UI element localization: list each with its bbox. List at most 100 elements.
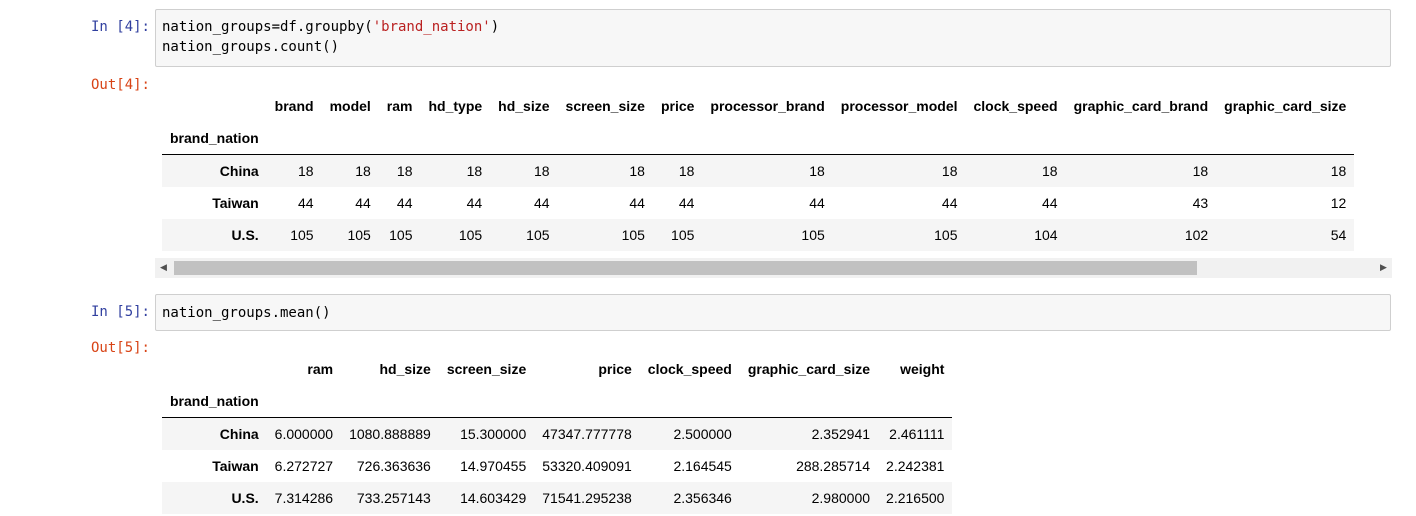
- column-header: hd_size: [379, 361, 431, 377]
- table-row: Taiwan 6.272727 726.363636 14.970455 53320.4…: [162, 450, 952, 482]
- horizontal-scrollbar[interactable]: ◀ ▶: [155, 258, 1392, 278]
- index-row-blank-cell: [1216, 122, 1355, 155]
- table-cell: 288.285714: [796, 458, 871, 474]
- column-header: price: [660, 98, 695, 114]
- table-cell: 2.352941: [811, 426, 871, 442]
- table-cell: 6.000000: [274, 426, 334, 442]
- table-cell: 104: [1034, 227, 1058, 243]
- column-header: screen_size: [446, 361, 527, 377]
- index-row-blank-cell: [878, 385, 953, 418]
- table-cell: 15.300000: [460, 426, 527, 442]
- table-cell: 44: [809, 195, 825, 211]
- table-cell: 54: [1330, 227, 1347, 243]
- scrollbar-thumb[interactable]: [174, 261, 1197, 275]
- code-editor-5[interactable]: nation_groups.mean(): [156, 295, 1390, 330]
- code-cell-4[interactable]: nation_groups=df.groupby('brand_nation')…: [155, 9, 1391, 67]
- table-cell: 105: [671, 227, 695, 243]
- column-header: hd_size: [498, 98, 550, 114]
- index-row-blank-cell: [965, 122, 1066, 155]
- code-editor-4[interactable]: nation_groups=df.groupby('brand_nation')…: [156, 10, 1390, 64]
- table-cell: 44: [1041, 195, 1058, 211]
- index-row-blank-cell: [341, 385, 439, 418]
- table-cell: 18: [533, 163, 550, 179]
- table-cell: 14.970455: [460, 458, 527, 474]
- table-cell: 1080.888889: [349, 426, 431, 442]
- index-row-blank-cell: [321, 122, 379, 155]
- triangle-right-icon[interactable]: ▶: [1375, 258, 1392, 278]
- input-prompt-5: In [5]:: [90, 304, 150, 320]
- index-row-blank-cell: [438, 385, 535, 418]
- code-cell-5[interactable]: nation_groups.mean(): [155, 294, 1391, 331]
- table-cell: 18: [1192, 163, 1209, 179]
- table-index-row: brand_nation: [162, 385, 953, 418]
- table-row: China 6.000000 1080.888889 15.300000 47347.7…: [162, 417, 953, 450]
- table-cell: 18: [297, 163, 314, 179]
- table-cell: 105: [621, 227, 645, 243]
- table-header-row: brand model ram hd_type hd_size screen_size pr…: [162, 90, 1354, 122]
- column-header: weight: [900, 361, 945, 377]
- table-cell: 44: [297, 195, 314, 211]
- index-row-blank-cell: [1065, 122, 1217, 155]
- table-cell: 18: [941, 163, 958, 179]
- index-row-blank-cell: [557, 122, 653, 155]
- index-row-blank-cell: [702, 122, 833, 155]
- column-header: ram: [307, 361, 334, 377]
- index-row-blank-cell: [639, 385, 740, 418]
- code-text: ): [490, 19, 500, 35]
- column-header: clock_speed: [647, 361, 732, 377]
- table-cell: 2.164545: [673, 458, 732, 474]
- table-cell: 2.356346: [673, 490, 732, 506]
- column-header: ram: [386, 98, 413, 114]
- column-header: processor_model: [840, 98, 958, 114]
- column-header: graphic_card_size: [747, 361, 871, 377]
- table-cell: 105: [290, 227, 314, 243]
- row-index-label: U.S.: [231, 490, 259, 506]
- header-blank-cell: [162, 353, 267, 385]
- output-area-4: brand model ram hd_type hd_size screen_size pr…: [162, 90, 1392, 252]
- index-row-blank-cell: [739, 385, 879, 418]
- dataframe-table: ram hd_size screen_size price clock_speed gra…: [162, 353, 953, 514]
- table-row: U.S. 7.314286 733.257143 14.603429 71541.295…: [162, 482, 953, 514]
- row-index-label: U.S.: [231, 227, 259, 243]
- table-cell: 105: [526, 227, 550, 243]
- table-cell: 7.314286: [274, 490, 334, 506]
- row-index-label: China: [219, 426, 259, 442]
- table-index-row: brand_nation: [162, 122, 1355, 155]
- index-row-blank-cell: [420, 122, 491, 155]
- table-cell: 44: [533, 195, 550, 211]
- table-row: Taiwan 44 44 44 44 44 44 44 44 44 44 43 12: [162, 187, 1354, 219]
- table-cell: 733.257143: [356, 490, 431, 506]
- table-cell: 47347.777778: [542, 426, 632, 442]
- column-header: model: [329, 98, 371, 114]
- triangle-left-icon[interactable]: ◀: [155, 258, 172, 278]
- row-index-label: Taiwan: [212, 458, 259, 474]
- table-cell: 44: [941, 195, 958, 211]
- index-name: brand_nation: [162, 385, 267, 418]
- table-cell: 18: [355, 163, 371, 179]
- table-row: U.S. 105 105 105 105 105 105 105 105 105 104 102 54: [162, 219, 1355, 251]
- table-cell: 18: [629, 163, 645, 179]
- index-row-blank-cell: [652, 122, 703, 155]
- code-string: 'brand_nation': [372, 19, 491, 35]
- dataframe-table: brand model ram hd_type hd_size screen_size pr…: [162, 90, 1355, 251]
- table-cell: 44: [355, 195, 371, 211]
- table-cell: 6.272727: [274, 458, 334, 474]
- output-prompt-4: Out[4]:: [90, 77, 150, 93]
- header-blank-cell: [162, 90, 267, 122]
- code-text: nation_groups=df.groupby(: [162, 19, 373, 35]
- code-text: nation_groups.mean(): [162, 305, 331, 321]
- table-cell: 105: [458, 227, 483, 243]
- table-cell: 726.363636: [356, 458, 431, 474]
- index-row-blank-cell: [832, 122, 966, 155]
- table-cell: 14.603429: [460, 490, 527, 506]
- code-text: nation_groups.count(): [162, 39, 340, 55]
- table-cell: 2.500000: [673, 426, 732, 442]
- table-cell: 44: [629, 195, 645, 211]
- table-cell: 71541.295238: [542, 490, 632, 506]
- index-row-blank-cell: [534, 385, 640, 418]
- table-cell: 105: [934, 227, 958, 243]
- index-name: brand_nation: [162, 122, 267, 155]
- table-cell: 2.461111: [889, 426, 945, 442]
- column-header: graphic_card_size: [1224, 98, 1347, 114]
- table-cell: 44: [678, 195, 695, 211]
